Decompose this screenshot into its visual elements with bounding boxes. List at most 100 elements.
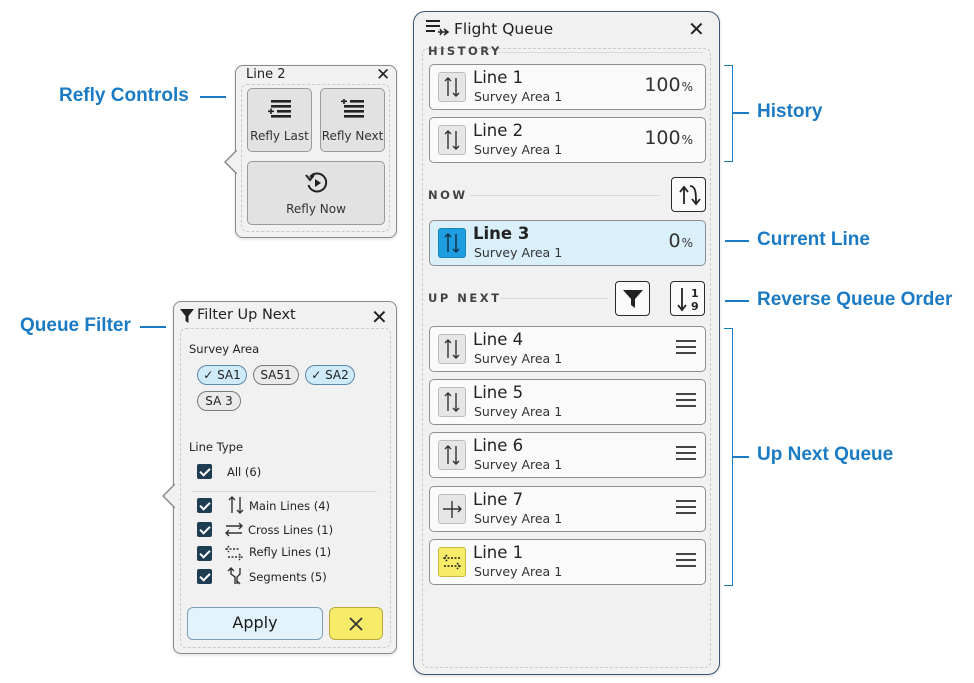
drag-handle-icon[interactable] <box>676 393 696 409</box>
line-title: Line 2 <box>473 121 524 140</box>
checkbox-segments[interactable] <box>197 569 212 584</box>
line-title: Line 1 <box>473 543 524 562</box>
refly-now-button[interactable]: Refly Now <box>247 161 385 225</box>
main-line-icon <box>228 496 244 514</box>
refly-next-label: Refly Next <box>321 129 384 143</box>
annotation-queue-filter: Queue Filter <box>20 315 131 336</box>
filter-icon <box>622 289 643 308</box>
line-area: Survey Area 1 <box>474 142 563 157</box>
annotation-history: History <box>757 101 823 122</box>
checkbox-refly-lines[interactable] <box>197 546 212 561</box>
annotation-up-next-queue: Up Next Queue <box>757 444 894 465</box>
annotation-current-line: Current Line <box>757 229 870 250</box>
svg-text:9: 9 <box>691 300 699 313</box>
now-label: NOW <box>428 188 468 202</box>
chip-sa1[interactable]: ✓ SA1 <box>197 365 247 385</box>
main-lines-label: Main Lines (4) <box>249 499 331 513</box>
up-next-item-line-7[interactable]: Line 7 Survey Area 1 <box>429 486 706 532</box>
filter-close-button[interactable]: ✕ <box>371 307 388 327</box>
chip-sa51[interactable]: SA51 <box>253 365 299 385</box>
refly-last-icon <box>268 100 291 118</box>
line-title: Line 5 <box>473 383 524 402</box>
reverse-queue-order-button[interactable]: 1 9 <box>670 281 705 316</box>
segments-icon <box>227 567 241 585</box>
checkbox-main-lines[interactable] <box>197 498 212 513</box>
history-bracket <box>724 65 733 162</box>
up-next-item-line-6[interactable]: Line 6 Survey Area 1 <box>429 432 706 478</box>
line-area: Survey Area 1 <box>474 457 563 472</box>
line-area: Survey Area 1 <box>474 351 563 366</box>
refly-now-label: Refly Now <box>286 202 346 216</box>
annotation-line <box>200 96 226 98</box>
refly-now-icon <box>305 172 328 193</box>
main-line-icon <box>438 228 466 258</box>
progress-percent: 0% <box>668 230 694 252</box>
annotation-refly-controls: Refly Controls <box>59 85 189 106</box>
flight-queue-title: Flight Queue <box>454 20 554 38</box>
line-title: Line 7 <box>473 490 524 509</box>
annotation-line <box>725 240 749 242</box>
filter-icon <box>180 309 194 323</box>
cross-line-icon <box>438 494 466 524</box>
refly-next-button[interactable]: Refly Next <box>320 88 385 152</box>
survey-area-label: Survey Area <box>189 342 260 356</box>
history-item-line-2[interactable]: Line 2 Survey Area 1 100% <box>429 117 706 163</box>
drag-handle-icon[interactable] <box>676 500 696 516</box>
chip-sa3[interactable]: SA 3 <box>197 391 241 411</box>
refly-line-icon <box>438 547 466 577</box>
drag-handle-icon[interactable] <box>676 553 696 569</box>
refly-close-button[interactable]: ✕ <box>376 65 390 85</box>
refly-next-icon <box>341 99 364 118</box>
refly-lines-label: Refly Lines (1) <box>249 545 332 559</box>
line-title: Line 6 <box>473 436 524 455</box>
chip-sa2[interactable]: ✓ SA2 <box>305 365 355 385</box>
close-icon <box>349 617 363 631</box>
main-line-icon <box>438 72 466 102</box>
main-line-icon <box>438 125 466 155</box>
up-next-item-line-4[interactable]: Line 4 Survey Area 1 <box>429 326 706 372</box>
refly-line-icon <box>225 545 243 561</box>
line-area: Survey Area 1 <box>474 404 563 419</box>
queue-menu-icon[interactable] <box>426 19 450 39</box>
checkbox-all-label: All (6) <box>227 465 262 479</box>
current-line-card[interactable]: Line 3 Survey Area 1 0% <box>429 220 706 266</box>
filter-title: Filter Up Next <box>197 307 296 323</box>
up-next-item-line-1-refly[interactable]: Line 1 Survey Area 1 <box>429 539 706 585</box>
cross-line-icon <box>225 522 243 537</box>
line-title: Line 4 <box>473 330 524 349</box>
up-next-item-line-5[interactable]: Line 5 Survey Area 1 <box>429 379 706 425</box>
line-area: Survey Area 1 <box>474 89 563 104</box>
queue-filter-popover: Filter Up Next ✕ Survey Area ✓ SA1 SA51 … <box>162 301 397 654</box>
history-label: HISTORY <box>428 44 502 58</box>
popover-pointer <box>162 484 175 508</box>
refly-last-button[interactable]: Refly Last <box>247 88 312 152</box>
cancel-filter-button[interactable] <box>329 607 383 640</box>
checkbox-all[interactable] <box>197 464 212 479</box>
refly-title: Line 2 <box>246 67 286 82</box>
line-area: Survey Area 1 <box>474 245 563 260</box>
refly-last-label: Refly Last <box>250 129 309 143</box>
progress-percent: 100% <box>644 127 693 149</box>
drag-handle-icon[interactable] <box>676 446 696 462</box>
up-next-label: UP NEXT <box>428 291 502 305</box>
main-line-icon <box>438 387 466 417</box>
history-item-line-1[interactable]: Line 1 Survey Area 1 100% <box>429 64 706 110</box>
popover-pointer <box>224 150 237 174</box>
flight-queue-close-button[interactable]: ✕ <box>688 19 705 39</box>
line-area: Survey Area 1 <box>474 511 563 526</box>
annotation-line <box>733 112 749 114</box>
refly-controls-popover: Line 2 ✕ Refly Last Refly Next Refly Now <box>224 65 397 238</box>
line-type-label: Line Type <box>189 440 244 454</box>
drag-handle-icon[interactable] <box>676 340 696 356</box>
cross-lines-label: Cross Lines (1) <box>248 523 334 537</box>
swap-direction-icon <box>678 184 701 205</box>
apply-button[interactable]: Apply <box>187 607 323 640</box>
annotation-line <box>140 326 166 328</box>
progress-percent: 100% <box>644 74 693 96</box>
line-area: Survey Area 1 <box>474 564 563 579</box>
main-line-icon <box>438 334 466 364</box>
swap-direction-button[interactable] <box>671 177 706 212</box>
filter-button[interactable] <box>615 281 650 316</box>
line-title: Line 3 <box>473 224 530 243</box>
checkbox-cross-lines[interactable] <box>197 522 212 537</box>
